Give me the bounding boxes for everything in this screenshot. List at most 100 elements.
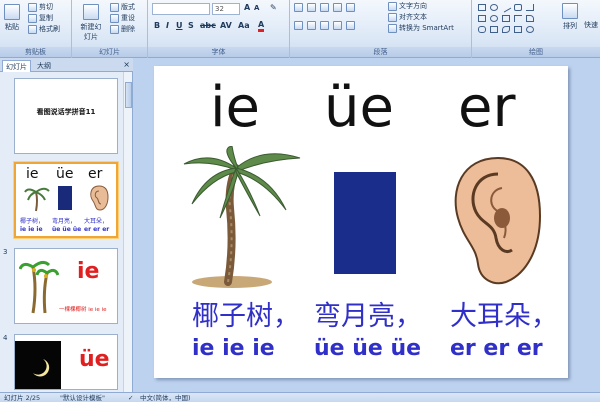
slide-thumbnail-3[interactable]: ie 一棵棵椰树 ie ie ie xyxy=(14,248,118,324)
shrink-font-button[interactable]: A xyxy=(254,4,259,12)
shadow-button[interactable]: S xyxy=(188,21,194,30)
connector-shape-icon xyxy=(526,4,534,11)
clipboard-group-label: 剪贴板 xyxy=(0,47,71,57)
pinyin-repeat-3: er er er xyxy=(450,336,543,361)
bullets-icon xyxy=(294,3,303,12)
align-text-button[interactable]: 对齐文本 xyxy=(388,12,427,22)
new-slide-button[interactable]: 新建幻灯片 xyxy=(78,4,104,42)
list-buttons[interactable] xyxy=(294,3,355,12)
block-arrow-shape-icon xyxy=(490,26,498,33)
thumb-cn-1: 椰子树， xyxy=(20,218,45,225)
slides-pane: 幻灯片 大纲 × 看图说话学拼音11 ie üe er 椰子树， 弯月亮， 大耳… xyxy=(0,58,133,392)
tab-slides[interactable]: 幻灯片 xyxy=(2,60,31,72)
smiley-shape-icon xyxy=(526,26,534,33)
change-case-button[interactable]: Aa xyxy=(238,21,250,30)
moon-thumb-icon xyxy=(58,186,72,210)
font-group-label: 字体 xyxy=(148,47,289,57)
thumb-title: 看图说话学拼音11 xyxy=(36,108,96,116)
arrange-button[interactable]: 排列 xyxy=(562,3,578,31)
pinyin-ue: üe xyxy=(324,75,394,140)
bold-button[interactable]: B xyxy=(154,21,160,30)
smartart-icon xyxy=(388,23,397,33)
line-spacing-icon xyxy=(346,3,355,12)
chinese-phrase-2: 弯月亮， xyxy=(314,301,422,332)
star-shape-icon xyxy=(514,26,522,33)
night-moon-thumb-icon xyxy=(15,341,61,389)
thumb-rep-2: üe üe üe xyxy=(52,226,82,233)
slide-editor: ie üe er 椰子树， 弯月亮， 大耳朵， ie ie ie üe üe ü… xyxy=(134,58,600,392)
shapes-gallery[interactable] xyxy=(476,2,556,36)
arrange-icon xyxy=(562,3,578,19)
drawing-group-label: 绘图 xyxy=(472,47,600,57)
align-text-icon xyxy=(388,12,397,22)
align-center-icon xyxy=(307,21,316,30)
circle-shape-icon xyxy=(490,15,498,22)
strikethrough-button[interactable]: abc xyxy=(200,21,216,30)
slide-thumbnail-2[interactable]: ie üe er 椰子树， 弯月亮， 大耳朵， ie ie ie üe üe ü… xyxy=(14,162,118,238)
copy-button[interactable]: 复制 xyxy=(28,13,53,23)
thumb-big-ie: ie xyxy=(77,259,100,284)
numbering-icon xyxy=(307,3,316,12)
font-color-button[interactable]: A xyxy=(258,20,265,32)
delete-slide-button[interactable]: 删除 xyxy=(110,24,135,34)
justify-icon xyxy=(333,21,342,30)
square-shape-icon xyxy=(502,15,510,22)
thumb-rep-3: er er er xyxy=(84,226,110,233)
font-group: 32 A A ✎ B I U S abc AV Aa A 字体 xyxy=(148,0,290,58)
ear-image xyxy=(454,156,542,285)
palm-tree-image xyxy=(183,146,301,288)
increase-indent-icon xyxy=(333,3,342,12)
text-direction-button[interactable]: 文字方向 xyxy=(388,1,427,11)
palm-tree-thumb-icon xyxy=(24,187,50,212)
layout-button[interactable]: 版式 xyxy=(110,2,135,12)
line-shape-icon xyxy=(500,2,512,13)
quick-styles-button[interactable]: 快速 xyxy=(584,20,598,30)
slide-thumbnail-1[interactable]: 看图说话学拼音11 xyxy=(14,78,118,154)
status-bar: 幻灯片 2/25 "默认设计模板" ✓ 中文(简体，中国) xyxy=(0,392,600,402)
theme-name: "默认设计模板" xyxy=(60,394,105,402)
font-size-select[interactable]: 32 xyxy=(212,3,240,15)
align-left-icon xyxy=(294,21,303,30)
new-slide-icon xyxy=(83,4,99,20)
chinese-phrase-1: 椰子树， xyxy=(192,301,300,332)
pinyin-ie: ie xyxy=(210,75,261,140)
slide-thumbnail-4[interactable]: üe xyxy=(14,334,118,390)
rectangle-shape-icon xyxy=(478,4,486,11)
slides-group: 新建幻灯片 版式 重设 删除 幻灯片 xyxy=(72,0,148,58)
align-right-icon xyxy=(320,21,329,30)
paste-icon xyxy=(4,4,20,20)
ear-thumb-icon xyxy=(90,185,109,211)
thumb-big-ue: üe xyxy=(79,347,110,372)
chinese-phrase-3: 大耳朵， xyxy=(450,301,558,332)
underline-button[interactable]: U xyxy=(176,21,183,30)
slide-number: 4 xyxy=(3,334,8,342)
rounded-rect-shape-icon xyxy=(514,4,522,11)
pane-scrollbar-thumb[interactable] xyxy=(125,82,132,108)
language-indicator[interactable]: 中文(简体，中国) xyxy=(140,393,191,402)
drawing-group: 排列 快速 绘图 xyxy=(472,0,600,58)
paragraph-group-label: 段落 xyxy=(290,47,471,57)
clear-format-button[interactable]: ✎ xyxy=(270,3,277,12)
reset-icon xyxy=(110,13,119,23)
arc-shape-icon xyxy=(526,15,534,22)
reset-button[interactable]: 重设 xyxy=(110,13,135,23)
italic-button[interactable]: I xyxy=(166,21,169,30)
grow-font-button[interactable]: A xyxy=(244,3,250,12)
paste-button[interactable]: 粘贴 xyxy=(4,4,20,32)
thumb-cn-3: 大耳朵， xyxy=(84,218,109,225)
current-slide[interactable]: ie üe er 椰子树， 弯月亮， 大耳朵， ie ie ie üe üe ü… xyxy=(154,66,568,378)
tab-outline[interactable]: 大纲 xyxy=(34,60,54,72)
convert-smartart-button[interactable]: 转换为 SmartArt xyxy=(388,23,454,33)
format-painter-button[interactable]: 格式刷 xyxy=(28,24,60,34)
pane-scrollbar[interactable] xyxy=(123,72,132,392)
align-buttons[interactable] xyxy=(294,21,355,30)
close-pane-icon[interactable]: × xyxy=(123,60,130,69)
text-direction-icon xyxy=(388,1,397,11)
font-name-select[interactable] xyxy=(152,3,210,15)
textbox-shape-icon xyxy=(478,15,486,22)
cut-button[interactable]: 剪切 xyxy=(28,2,53,12)
thumb-rep-1: ie ie ie xyxy=(20,226,43,233)
char-spacing-button[interactable]: AV xyxy=(220,21,232,30)
freeform-shape-icon xyxy=(502,26,510,33)
decrease-indent-icon xyxy=(320,3,329,12)
